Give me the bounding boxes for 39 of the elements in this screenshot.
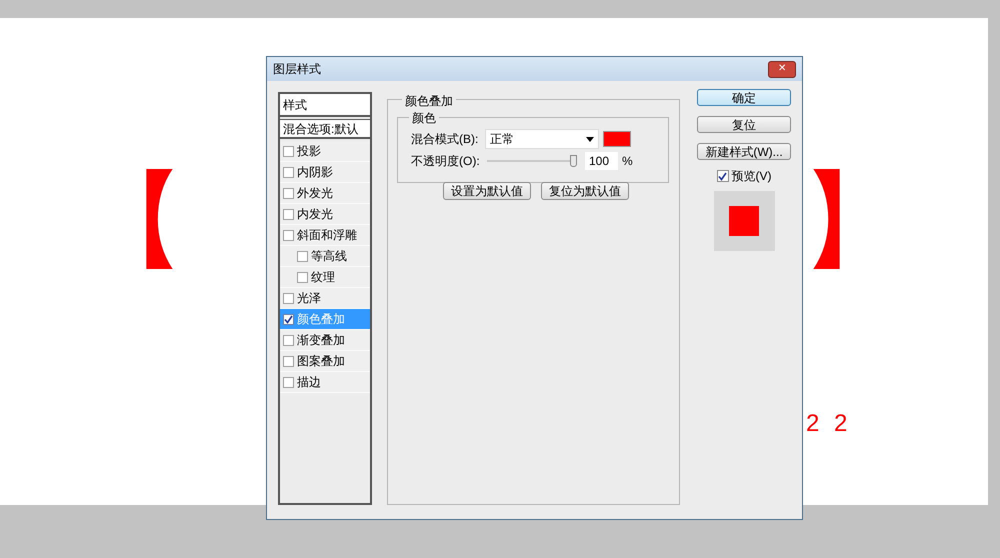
- checkbox[interactable]: [283, 230, 294, 240]
- checkmark-icon: [718, 172, 727, 180]
- checkbox[interactable]: [283, 334, 294, 346]
- opacity-slider[interactable]: [487, 155, 577, 167]
- list-item[interactable]: 混合选项:默认: [280, 119, 370, 139]
- group-title: 颜色: [409, 109, 439, 127]
- dialog-button[interactable]: 复位: [697, 116, 791, 133]
- checkbox[interactable]: [283, 166, 294, 178]
- canvas-text: 2 2: [806, 412, 852, 436]
- field-label: 不透明度(O):: [411, 153, 481, 170]
- checkmark-icon: [284, 314, 293, 324]
- slider-thumb[interactable]: [570, 155, 577, 167]
- checkbox[interactable]: [716, 170, 728, 182]
- checkbox[interactable]: [283, 314, 294, 324]
- blend-mode-select[interactable]: 正常: [485, 129, 599, 149]
- checkbox[interactable]: [297, 250, 308, 262]
- caret-icon: [586, 136, 594, 142]
- color-swatch[interactable]: [603, 131, 631, 147]
- dialog-button[interactable]: 新建样式(W)...: [697, 143, 791, 160]
- checkbox[interactable]: [297, 272, 308, 282]
- close-button[interactable]: ✕: [768, 60, 796, 78]
- checkbox[interactable]: [283, 188, 294, 198]
- checkbox[interactable]: [283, 356, 294, 366]
- dialog-button[interactable]: 确定: [697, 89, 791, 106]
- opacity-field[interactable]: 100: [585, 152, 618, 170]
- checkbox[interactable]: [283, 376, 294, 388]
- group-title: 颜色叠加: [402, 92, 456, 110]
- checkbox[interactable]: [283, 208, 294, 220]
- window-title: 图层样式: [273, 61, 321, 78]
- dialog-button[interactable]: 设置为默认值: [443, 182, 531, 200]
- checkbox[interactable]: [283, 146, 294, 156]
- list-header: 样式: [280, 94, 370, 117]
- field-label: 混合模式(B):: [411, 131, 480, 148]
- canvas-text: 】: [800, 168, 906, 274]
- checkbox[interactable]: [283, 292, 294, 304]
- checkbox-label[interactable]: 预览(V): [732, 167, 772, 185]
- canvas-text: 【: [80, 168, 186, 274]
- unit-label: %: [622, 153, 633, 170]
- dialog-button[interactable]: 复位为默认值: [541, 182, 629, 200]
